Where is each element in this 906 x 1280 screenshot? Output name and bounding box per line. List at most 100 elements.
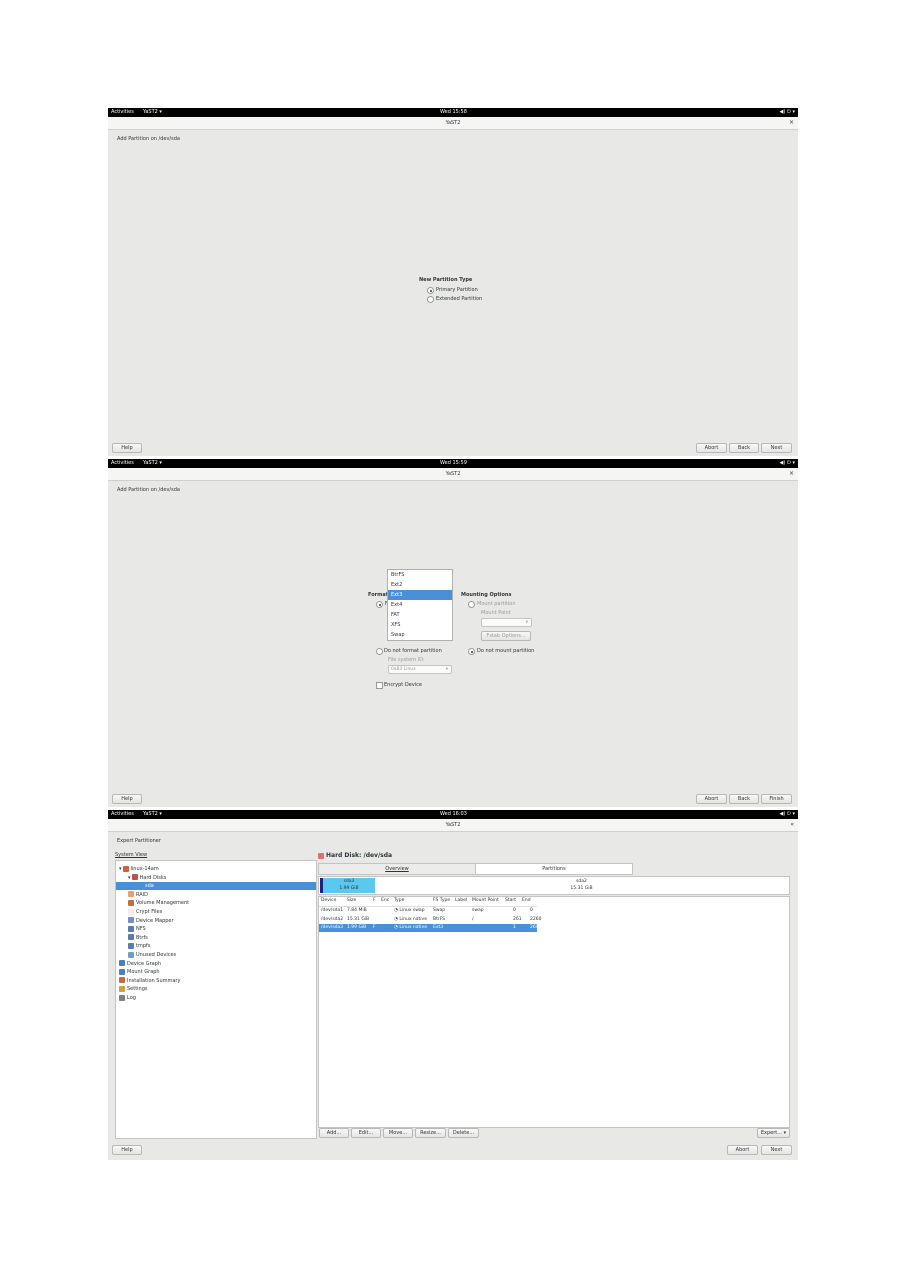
window-titlebar: YaST2 × [108, 117, 798, 130]
primary-partition-radio[interactable] [427, 287, 434, 294]
table-row[interactable]: /dev/sda3 1.99 GiB F ◔ Linux native Ext3 1 260 [319, 924, 539, 933]
tree-item[interactable]: ▾ Hard Disks [116, 874, 316, 882]
tree-item[interactable]: Installation Summary [116, 977, 316, 985]
dropdown-option[interactable]: Ext4 [388, 600, 452, 610]
clock[interactable]: Wed 15:59 [440, 459, 467, 468]
tree-item[interactable]: Settings [116, 985, 316, 993]
finish-button[interactable]: Finish [761, 794, 792, 804]
partition-type-title: New Partition Type [419, 277, 473, 283]
column-header[interactable]: Type [394, 898, 404, 903]
tree-item[interactable]: Btrfs [116, 934, 316, 942]
mount-partition-radio[interactable] [468, 601, 475, 608]
resize-button[interactable]: Resize... [415, 1128, 446, 1138]
column-header[interactable]: Mount Point [472, 898, 499, 903]
tab-overview[interactable]: Overview [318, 863, 476, 875]
column-header[interactable]: FS Type [433, 898, 450, 903]
close-icon[interactable]: × [789, 117, 794, 129]
dropdown-option[interactable]: XFS [388, 620, 452, 630]
page-header: Add Partition on /dev/sda [117, 487, 180, 493]
table-row[interactable]: /dev/sda1 7.84 MiB ◔ Linux swap Swap swap 0 0 [319, 907, 537, 915]
bar-segment-sda2[interactable]: sda2 15.31 GiB [375, 878, 788, 893]
clock[interactable]: Wed 15:58 [440, 108, 467, 117]
column-header[interactable]: Device [321, 898, 336, 903]
system-tray[interactable]: ◀) ⏻ ▾ [780, 108, 795, 117]
app-menu[interactable]: YaST2 ▾ [143, 108, 162, 117]
dropdown-option[interactable]: BtrFS [388, 570, 452, 580]
table-cell: swap [472, 908, 484, 913]
close-icon[interactable]: « [790, 819, 794, 831]
expand-arrow-icon[interactable]: ▾ [128, 875, 131, 881]
tab-partitions[interactable]: Partitions [475, 863, 633, 875]
move-button[interactable]: Move... [383, 1128, 413, 1138]
tree-item[interactable]: Device Graph [116, 960, 316, 968]
activities-button[interactable]: Activities [111, 108, 134, 117]
table-cell: ◔ Linux swap [394, 908, 425, 913]
tree-item[interactable]: tmpfs [116, 942, 316, 950]
column-header[interactable]: Size [347, 898, 356, 903]
delete-button[interactable]: Delete... [448, 1128, 479, 1138]
column-header[interactable]: Start [505, 898, 516, 903]
activities-button[interactable]: Activities [111, 459, 134, 468]
disk-title-text: Hard Disk: /dev/sda [326, 852, 393, 859]
system-tray[interactable]: ◀) ⏻ ▾ [780, 459, 795, 468]
column-header[interactable]: F [373, 898, 376, 903]
screenshot-1: Activities YaST2 ▾ Wed 15:58 ◀) ⏻ ▾ YaST… [108, 108, 798, 456]
tree-item[interactable]: ▾ linux-14am [116, 865, 316, 873]
tree-item-label: linux-14am [130, 866, 159, 872]
extended-partition-radio[interactable] [427, 296, 434, 303]
next-button[interactable]: Next [761, 443, 792, 453]
next-button[interactable]: Next [761, 1145, 792, 1155]
column-header[interactable]: Label [455, 898, 467, 903]
close-icon[interactable]: × [789, 468, 794, 480]
activities-button[interactable]: Activities [111, 810, 134, 819]
app-menu[interactable]: YaST2 ▾ [143, 459, 162, 468]
table-cell: / [472, 916, 474, 922]
help-button[interactable]: Help [112, 1145, 142, 1155]
expert-button[interactable]: Expert... ▾ [757, 1128, 790, 1138]
do-not-mount-radio[interactable] [468, 648, 475, 655]
table-cell: 1.99 GiB [347, 925, 367, 931]
tree-item-label: Btrfs [136, 934, 148, 941]
tree-item[interactable]: Crypt Files [116, 908, 316, 916]
bar-segment-sda3[interactable]: sda3 1.99 GiB [323, 878, 375, 893]
tree-item[interactable]: RAID [116, 891, 316, 899]
help-button[interactable]: Help [112, 794, 142, 804]
file-system-dropdown[interactable]: BtrFS Ext2 Ext3 Ext4 FAT XFS Swap [387, 569, 453, 641]
tree-item[interactable]: Device Mapper [116, 917, 316, 925]
do-not-format-label: Do not format partition [384, 648, 442, 654]
tree-item[interactable]: Mount Graph [116, 968, 316, 976]
back-button[interactable]: Back [729, 794, 759, 804]
app-menu[interactable]: YaST2 ▾ [143, 810, 162, 819]
file-system-id-select[interactable]: 0x83 Linux ▾ [388, 665, 452, 674]
expand-arrow-icon[interactable]: ▾ [119, 866, 122, 872]
tree-item[interactable]: Volume Management [116, 899, 316, 907]
tree-item[interactable]: Log [116, 994, 316, 1002]
system-tray[interactable]: ◀) ⏻ ▾ [780, 810, 795, 819]
back-button[interactable]: Back [729, 443, 759, 453]
encrypt-device-checkbox[interactable] [376, 682, 383, 689]
fstab-options-button[interactable]: Fstab Options... [481, 631, 531, 641]
dropdown-option[interactable]: FAT [388, 610, 452, 620]
add-button[interactable]: Add... [319, 1128, 349, 1138]
help-button[interactable]: Help [112, 443, 142, 453]
dropdown-option[interactable]: Ext2 [388, 580, 452, 590]
tree-item[interactable]: sda [116, 882, 316, 891]
format-partition-radio[interactable] [376, 601, 383, 608]
dropdown-option[interactable]: Swap [388, 630, 452, 640]
tree-item-label: sda [145, 883, 154, 890]
clock[interactable]: Wed 16:03 [440, 810, 467, 819]
tree-item[interactable]: NFS [116, 925, 316, 933]
do-not-format-radio[interactable] [376, 648, 383, 655]
mounting-options-title: Mounting Options [461, 592, 512, 598]
tree-item[interactable]: Unused Devices [116, 951, 316, 959]
abort-button[interactable]: Abort [696, 443, 727, 453]
abort-button[interactable]: Abort [696, 794, 727, 804]
edit-button[interactable]: Edit... [351, 1128, 381, 1138]
mount-point-select[interactable]: ▾ [481, 618, 532, 627]
abort-button[interactable]: Abort [727, 1145, 758, 1155]
column-header[interactable]: End [522, 898, 531, 903]
dropdown-option-selected[interactable]: Ext3 [388, 590, 452, 600]
device-graph-icon [119, 960, 125, 967]
table-row[interactable]: /dev/sda2 15.31 GiB ◔ Linux native BtrFS / 26… [319, 916, 541, 924]
column-header[interactable]: Enc [381, 898, 389, 903]
